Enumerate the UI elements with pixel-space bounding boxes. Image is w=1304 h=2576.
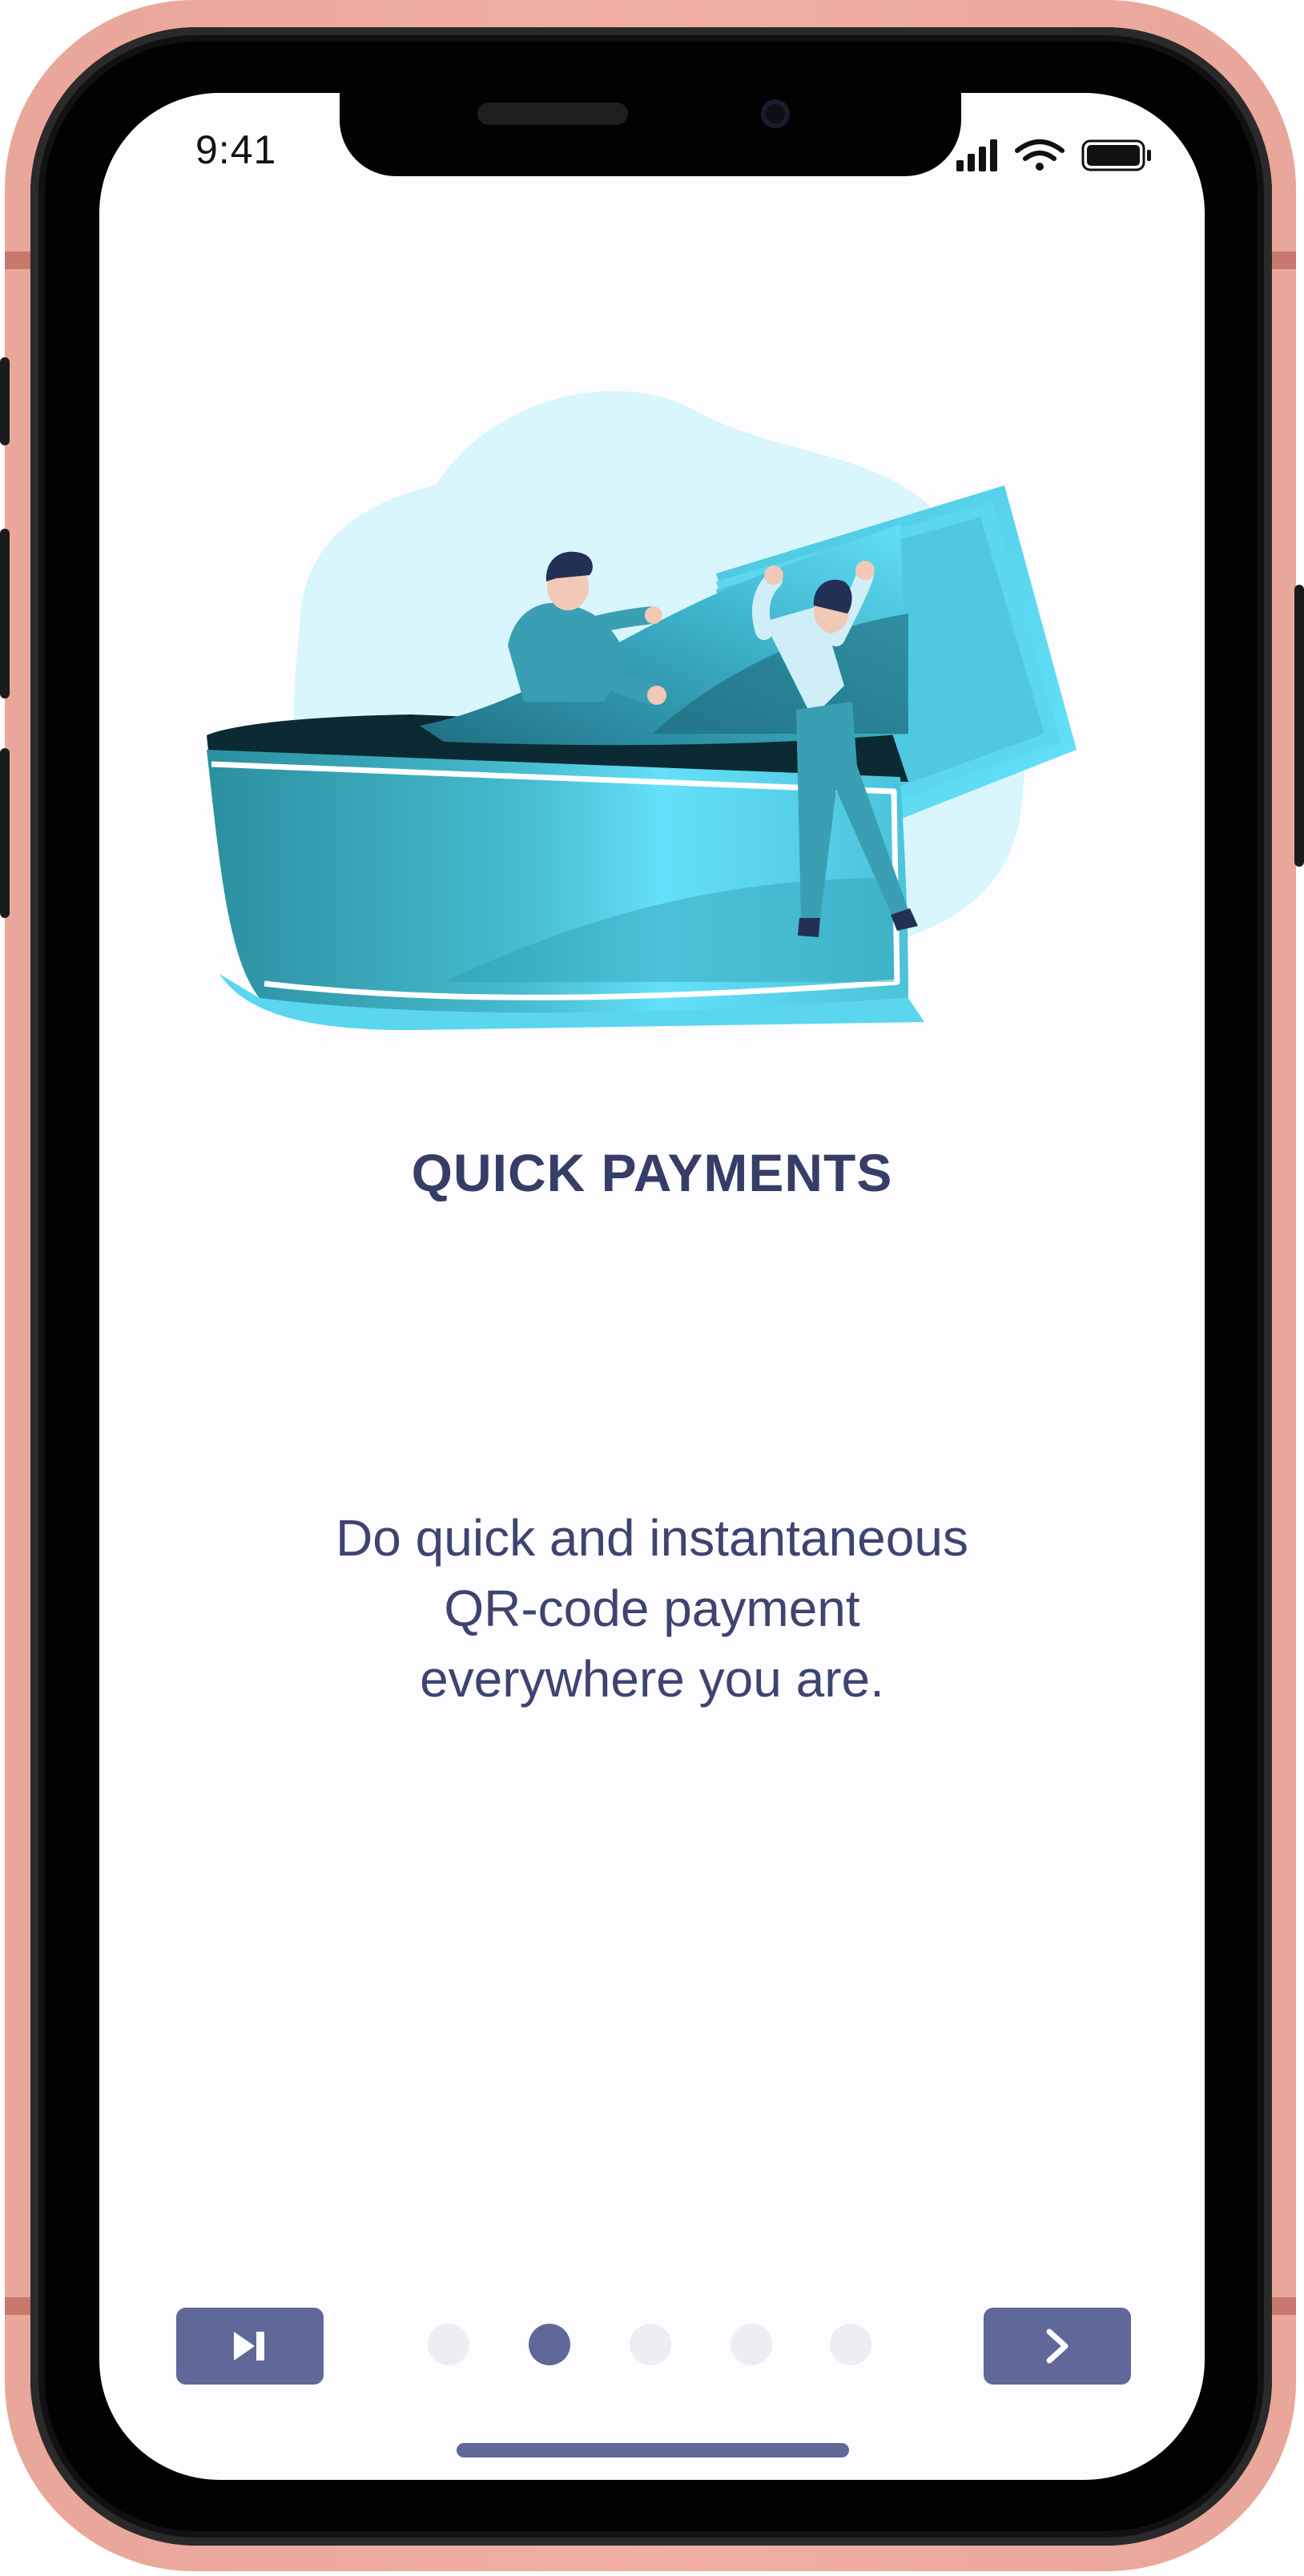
status-time: 9:41 [195, 127, 277, 172]
power-button [1294, 585, 1304, 867]
onboarding-title: QUICK PAYMENTS [411, 1143, 893, 1202]
onboarding-description: Do quick and instantaneous QR-code payme… [252, 1503, 1052, 1714]
skip-forward-icon [234, 2332, 264, 2361]
onboarding-navigation [99, 2308, 1205, 2388]
notch [340, 93, 961, 176]
status-icons [956, 139, 1151, 171]
chevron-right-icon [1046, 2328, 1069, 2364]
description-line: Do quick and instantaneous [336, 1509, 968, 1567]
next-button[interactable] [984, 2308, 1131, 2385]
home-indicator[interactable] [457, 2443, 849, 2457]
front-camera [761, 99, 790, 128]
volume-up-button [0, 529, 10, 698]
page-indicator [428, 2324, 876, 2369]
mute-switch [0, 357, 10, 445]
page-dot-4[interactable] [730, 2324, 772, 2365]
wallet-with-money-illustration [207, 391, 1077, 1030]
page-dot-1[interactable] [428, 2324, 469, 2365]
page-dot-5[interactable] [830, 2324, 871, 2365]
page-dot-3[interactable] [630, 2324, 671, 2365]
cellular-signal-icon [956, 139, 997, 171]
description-line: everywhere you are. [420, 1650, 884, 1708]
description-line: QR-code payment [444, 1580, 860, 1637]
volume-down-button [0, 748, 10, 918]
antenna-band [1272, 252, 1296, 269]
antenna-band [5, 252, 32, 269]
battery-icon [1081, 139, 1151, 171]
skip-button[interactable] [176, 2308, 324, 2385]
screen: 9:41 QUICK PAYMENTS Do quick and instant… [99, 93, 1205, 2480]
wifi-icon [1015, 139, 1065, 171]
antenna-band [1272, 2297, 1296, 2315]
antenna-band [5, 2297, 32, 2315]
earpiece-speaker [477, 103, 628, 125]
page-dot-2-active[interactable] [529, 2324, 570, 2365]
